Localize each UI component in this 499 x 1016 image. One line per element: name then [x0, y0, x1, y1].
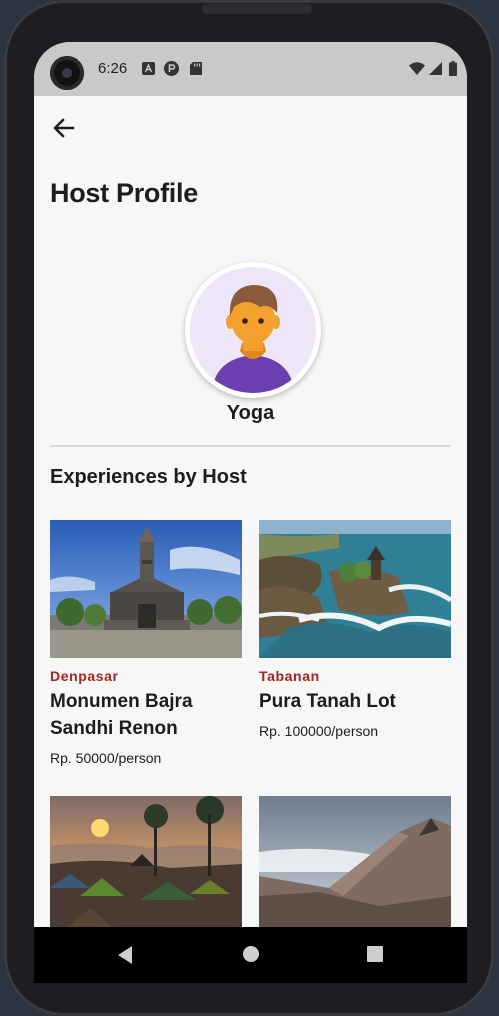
app-p-icon — [164, 61, 179, 76]
battery-icon — [449, 61, 457, 76]
sea-temple-photo — [259, 520, 451, 658]
page-title: Host Profile — [50, 178, 198, 208]
device-screen: 6:26 Host Profile Yoga Experiences by Ho… — [34, 42, 467, 927]
host-name: Yoga — [226, 402, 275, 424]
experience-card[interactable] — [259, 796, 451, 927]
host-avatar — [185, 262, 321, 398]
experience-price: Rp. 50000/person — [50, 750, 162, 766]
mountain-ridge-photo — [259, 796, 451, 927]
arrow-left-icon[interactable] — [50, 114, 78, 142]
system-nav-bar — [34, 927, 467, 983]
speaker-grille — [202, 4, 312, 14]
campsite-sunset-photo — [50, 796, 242, 927]
experience-card[interactable]: Tabanan Pura Tanah Lot Rp. 100000/person — [259, 520, 451, 739]
monument-photo — [50, 520, 242, 658]
divider — [50, 445, 451, 447]
experience-title: Pura Tanah Lot — [259, 691, 396, 712]
triangle-back-icon[interactable] — [116, 945, 134, 965]
sd-card-icon — [190, 62, 202, 75]
experience-location: Tabanan — [259, 668, 320, 684]
experience-card[interactable] — [50, 796, 242, 927]
experience-card[interactable]: Denpasar Monumen Bajra Sandhi Renon Rp. … — [50, 520, 242, 766]
circle-home-icon[interactable] — [242, 945, 260, 963]
status-bar: 6:26 — [34, 42, 467, 96]
section-title: Experiences by Host — [50, 466, 247, 488]
signal-icon — [429, 62, 442, 75]
front-camera — [50, 56, 84, 90]
experience-location: Denpasar — [50, 668, 119, 684]
host-profile-page: Host Profile Yoga Experiences by Host De… — [34, 96, 467, 927]
square-recents-icon[interactable] — [367, 946, 383, 962]
status-time: 6:26 — [98, 60, 128, 77]
experience-price: Rp. 100000/person — [259, 723, 379, 739]
wifi-icon — [409, 62, 425, 75]
font-a-icon — [142, 62, 155, 75]
experience-title: Monumen Bajra Sandhi Renon — [50, 691, 193, 739]
person-avatar-icon — [212, 285, 294, 393]
